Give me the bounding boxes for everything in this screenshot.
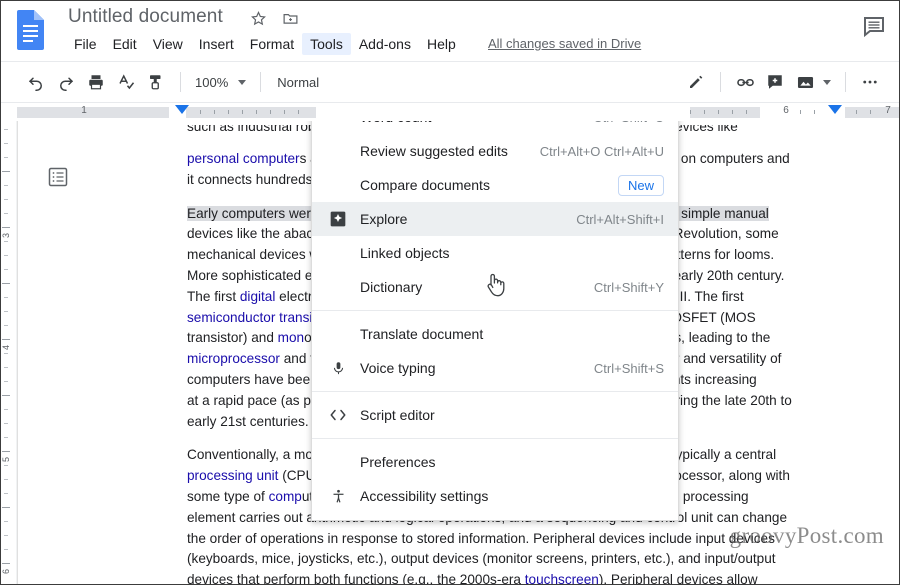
p2-line-10: early 21st centuries. [187, 413, 309, 429]
p3-line-4: the order of operations in response to s… [187, 530, 775, 546]
ruler-indent-zone [186, 107, 316, 118]
link-microprocessor[interactable]: microprocessor [187, 351, 280, 366]
menu-item-script-editor[interactable]: Script editor [312, 398, 678, 432]
toolbar-divider [180, 72, 181, 92]
menu-item-compare-documents[interactable]: Compare documents New [312, 168, 678, 202]
menu-item-dictionary[interactable]: Dictionary Ctrl+Shift+Y [312, 270, 678, 304]
title-action-icons [248, 8, 300, 28]
toolbar: 100% Normal [0, 62, 900, 103]
document-title[interactable]: Untitled document [68, 6, 223, 28]
menu-item-accessibility-settings[interactable]: Accessibility settings [312, 479, 678, 513]
shortcut-label: Ctrl+Shift+C [593, 121, 664, 125]
menu-item-preferences[interactable]: Preferences [312, 445, 678, 479]
document-area: 3 4 5 6 such as industrial robots and co… [0, 121, 900, 585]
left-indent-marker-icon[interactable] [175, 105, 189, 114]
link-personal-computer[interactable]: personal computer [187, 151, 300, 166]
undo-icon[interactable] [22, 68, 50, 96]
menu-insert[interactable]: Insert [191, 33, 242, 55]
p3-line-6a: devices that perform both functions (e.g… [187, 572, 525, 585]
link-computer-memory[interactable]: comp [269, 489, 302, 504]
menu-tools[interactable]: Tools [302, 33, 351, 55]
toolbar-divider-3 [720, 72, 721, 92]
p3-line-6b: ). Peripheral devices allow [598, 572, 758, 585]
ruler-right-zone [690, 107, 760, 118]
code-brackets-icon [326, 408, 350, 422]
document-outline-icon[interactable] [44, 163, 72, 191]
menu-add-ons[interactable]: Add-ons [351, 33, 419, 55]
link-touchscreen[interactable]: touchscreen [525, 572, 599, 585]
menu-item-explore[interactable]: Explore Ctrl+Alt+Shift+I [312, 202, 678, 236]
ruler-number-1: 1 [81, 105, 87, 116]
more-options-icon[interactable] [856, 68, 884, 96]
menu-item-voice-typing[interactable]: Voice typing Ctrl+Shift+S [312, 351, 678, 385]
link-monolithic-ic[interactable]: mon [278, 330, 304, 345]
menu-bar: File Edit View Insert Format Tools Add-o… [66, 33, 464, 55]
right-indent-marker-icon[interactable] [828, 105, 842, 114]
vruler-number-5: 5 [1, 456, 11, 462]
menu-item-linked-objects[interactable]: Linked objects [312, 236, 678, 270]
menu-separator-2 [312, 391, 678, 392]
accessibility-icon [326, 488, 350, 505]
comments-icon[interactable] [862, 14, 886, 38]
menu-edit[interactable]: Edit [105, 33, 145, 55]
p2-line-4a: The first [187, 288, 240, 304]
vertical-ruler[interactable]: 3 4 5 6 [0, 121, 17, 585]
spelling-check-icon[interactable] [112, 68, 140, 96]
menu-help[interactable]: Help [419, 33, 464, 55]
p2-line-6a: transistor) and [187, 330, 278, 346]
menu-item-review-suggested-edits[interactable]: Review suggested edits Ctrl+Alt+O Ctrl+A… [312, 134, 678, 168]
ruler-track: 1 6 7 [0, 103, 900, 121]
menu-separator-3 [312, 438, 678, 439]
chevron-down-icon-image[interactable] [823, 79, 831, 85]
shortcut-label: Ctrl+Alt+O Ctrl+Alt+U [539, 143, 664, 159]
zoom-level-control[interactable]: 100% [191, 75, 250, 90]
horizontal-ruler[interactable]: 1 6 7 [0, 103, 900, 121]
save-status-label[interactable]: All changes saved in Drive [488, 36, 641, 51]
app-header: Untitled document File Edit View Insert … [0, 0, 900, 62]
vruler-number-6: 6 [1, 568, 11, 574]
p3-line-5: (keyboards, mice, joysticks, etc.), outp… [187, 551, 776, 567]
add-comment-icon[interactable] [761, 68, 789, 96]
ruler-number-6: 6 [783, 105, 789, 116]
menu-view[interactable]: View [145, 33, 191, 55]
chevron-down-icon [238, 79, 247, 85]
zoom-level-value: 100% [195, 74, 229, 90]
menu-format[interactable]: Format [242, 33, 302, 55]
paint-format-icon[interactable] [142, 68, 170, 96]
explore-icon [326, 211, 350, 227]
shortcut-label: Ctrl+Alt+Shift+I [576, 211, 664, 227]
link-central-processing-unit[interactable]: processing unit [187, 468, 278, 483]
tools-dropdown-menu[interactable]: Spelling and grammar ▶ Word count Ctrl+S… [311, 121, 679, 521]
paragraph-style-control[interactable]: Normal [271, 75, 325, 90]
star-icon[interactable] [248, 8, 268, 28]
insert-image-icon[interactable] [791, 68, 819, 96]
menu-item-translate-document[interactable]: Translate document [312, 317, 678, 351]
ruler-number-7: 7 [885, 105, 891, 116]
print-icon[interactable] [82, 68, 110, 96]
toolbar-divider-2 [260, 72, 262, 92]
redo-icon[interactable] [52, 68, 80, 96]
toolbar-divider-4 [845, 72, 846, 92]
edit-pencil-icon[interactable] [682, 68, 710, 96]
vruler-number-3: 3 [1, 232, 11, 238]
menu-file[interactable]: File [66, 33, 105, 55]
menu-item-word-count[interactable]: Word count Ctrl+Shift+C [312, 121, 678, 134]
ruler-left-margin [17, 107, 169, 118]
move-to-folder-icon[interactable] [280, 8, 300, 28]
new-badge: New [617, 174, 664, 196]
link-digital[interactable]: digital [240, 289, 276, 304]
shortcut-label: Ctrl+Shift+S [593, 360, 664, 376]
p3-line-2a: some type of [187, 488, 269, 504]
docs-logo-icon[interactable] [14, 8, 48, 52]
vruler-number-4: 4 [1, 344, 11, 350]
toolbar-right-group [682, 68, 884, 96]
shortcut-label: Ctrl+Shift+Y [593, 279, 664, 295]
insert-link-icon[interactable] [731, 68, 759, 96]
ruler-right-margin [845, 107, 900, 118]
microphone-icon [326, 360, 350, 377]
google-docs-window: Untitled document File Edit View Insert … [0, 0, 900, 585]
menu-separator [312, 310, 678, 311]
